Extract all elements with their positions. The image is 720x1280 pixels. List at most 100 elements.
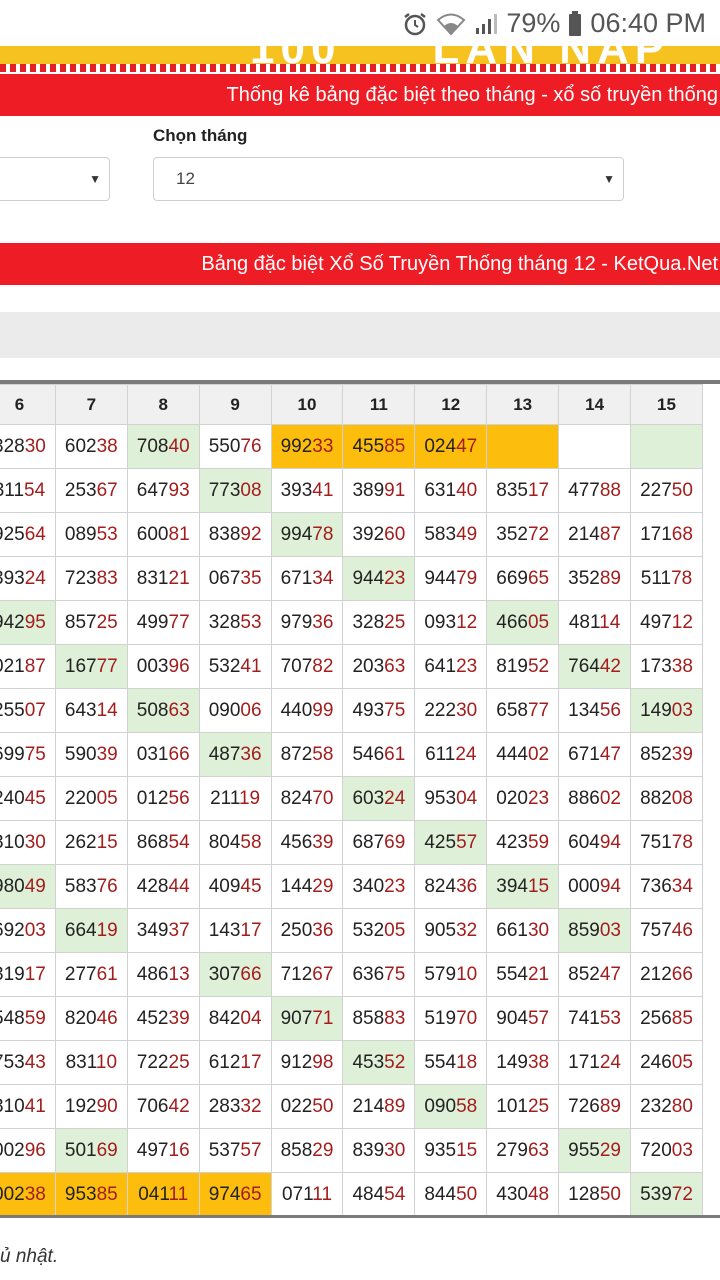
result-cell: 12850 xyxy=(558,1172,632,1215)
result-cell: 04111 xyxy=(126,1172,200,1215)
results-table-container[interactable]: 6789101112131415 32830602387084055076992… xyxy=(0,380,720,1218)
stats-title-bar: Thống kê bảng đặc biệt theo tháng - xổ s… xyxy=(0,74,720,116)
result-cell: 70840 xyxy=(126,424,200,469)
result-cell: 54859 xyxy=(0,996,56,1041)
result-cell: 83930 xyxy=(342,1128,416,1173)
stats-title: Thống kê bảng đặc biệt theo tháng - xổ s… xyxy=(226,83,718,106)
result-cell: 66130 xyxy=(486,908,560,953)
clock-time: 06:40 PM xyxy=(590,8,706,38)
month-select-value: 12 xyxy=(176,169,195,188)
result-cell: 50169 xyxy=(54,1128,128,1173)
result-cell: 25685 xyxy=(630,996,703,1041)
year-select[interactable]: ▼ xyxy=(0,157,110,201)
result-cell: 65877 xyxy=(486,688,560,733)
result-cell: 95385 xyxy=(54,1172,128,1215)
result-cell: 00238 xyxy=(0,1172,56,1215)
result-cell: 86854 xyxy=(126,820,200,865)
result-cell: 02250 xyxy=(270,1084,344,1129)
result-cell: 42844 xyxy=(126,864,200,909)
result-cell: 63675 xyxy=(342,952,416,997)
result-cell: 09006 xyxy=(198,688,272,733)
battery-percent: 79% xyxy=(506,8,561,38)
result-cell: 97936 xyxy=(270,600,344,645)
result-cell: 51970 xyxy=(414,996,488,1041)
result-cell: 23280 xyxy=(630,1084,703,1129)
result-cell: 85883 xyxy=(342,996,416,1041)
column-header-day: 11 xyxy=(342,384,416,425)
dropdown-arrow-icon: ▼ xyxy=(89,172,101,186)
result-cell: 21489 xyxy=(342,1084,416,1129)
result-cell: 55076 xyxy=(198,424,272,469)
table-row: 3191727761486133076671267636755791055421… xyxy=(0,952,703,997)
result-cell: 35272 xyxy=(486,512,560,557)
column-header-day: 8 xyxy=(126,384,200,425)
column-header-day: 6 xyxy=(0,384,56,425)
table-row: 3104119290706422833202250214890905810125… xyxy=(0,1084,703,1129)
result-cell: 98049 xyxy=(0,864,56,909)
result-cell xyxy=(558,424,632,469)
result-cell: 06735 xyxy=(198,556,272,601)
result-cell: 84204 xyxy=(198,996,272,1041)
result-cell: 69203 xyxy=(0,908,56,953)
result-cell: 88208 xyxy=(630,776,703,821)
result-cell: 31030 xyxy=(0,820,56,865)
result-cell: 45585 xyxy=(342,424,416,469)
footer-note: ủ nhật. xyxy=(0,1246,59,1267)
result-cell: 02187 xyxy=(0,644,56,689)
result-cell: 25036 xyxy=(270,908,344,953)
month-select[interactable]: 12 ▼ xyxy=(153,157,624,201)
result-cell: 72225 xyxy=(126,1040,200,1085)
result-cell: 55421 xyxy=(486,952,560,997)
table-row: 9804958376428444094514429340238243639415… xyxy=(0,864,703,909)
result-cell: 22750 xyxy=(630,468,703,513)
result-cell: 75343 xyxy=(0,1040,56,1085)
result-cell: 44402 xyxy=(486,732,560,777)
result-cell: 95529 xyxy=(558,1128,632,1173)
result-cell: 08953 xyxy=(54,512,128,557)
result-cell: 16777 xyxy=(54,644,128,689)
result-cell: 82436 xyxy=(414,864,488,909)
result-cell: 75178 xyxy=(630,820,703,865)
result-cell: 85247 xyxy=(558,952,632,997)
result-cell: 58349 xyxy=(414,512,488,557)
result-cell: 92564 xyxy=(0,512,56,557)
result-cell: 77308 xyxy=(198,468,272,513)
result-cell: 45352 xyxy=(342,1040,416,1085)
result-cell: 30766 xyxy=(198,952,272,997)
result-cell: 55418 xyxy=(414,1040,488,1085)
result-cell: 19290 xyxy=(54,1084,128,1129)
table-row: 0218716777003965324170782203636412381952… xyxy=(0,644,703,689)
result-cell: 27963 xyxy=(486,1128,560,1173)
result-cell: 34937 xyxy=(126,908,200,953)
result-cell: 85829 xyxy=(270,1128,344,1173)
result-cell: 39260 xyxy=(342,512,416,557)
result-cell: 17124 xyxy=(558,1040,632,1085)
result-cell: 53972 xyxy=(630,1172,703,1215)
result-cell: 50863 xyxy=(126,688,200,733)
table-row: 9429585725499773285397936328250931246605… xyxy=(0,600,703,645)
result-cell: 53205 xyxy=(342,908,416,953)
result-cell: 88602 xyxy=(558,776,632,821)
result-cell: 14938 xyxy=(486,1040,560,1085)
result-cell: 61124 xyxy=(414,732,488,777)
table-row: 0029650169497165375785829839309351527963… xyxy=(0,1128,703,1173)
result-cell: 48736 xyxy=(198,732,272,777)
result-cell: 60238 xyxy=(54,424,128,469)
result-cell: 99233 xyxy=(270,424,344,469)
promo-banner[interactable]: 100 LAN NAP DA xyxy=(0,46,720,66)
result-cell: 02447 xyxy=(414,424,488,469)
result-cell: 01256 xyxy=(126,776,200,821)
result-cell: 87258 xyxy=(270,732,344,777)
table-toolbar xyxy=(0,312,720,358)
result-cell: 91298 xyxy=(270,1040,344,1085)
table-row: 2550764314508630900644099493752223065877… xyxy=(0,688,703,733)
table-row: 2404522005012562111982470603249530402023… xyxy=(0,776,703,821)
table-row: 7534383110722256121791298453525541814938… xyxy=(0,1040,703,1085)
result-cell: 02023 xyxy=(486,776,560,821)
result-cell: 93515 xyxy=(414,1128,488,1173)
result-cell: 28332 xyxy=(198,1084,272,1129)
result-cell: 75746 xyxy=(630,908,703,953)
result-cell: 72003 xyxy=(630,1128,703,1173)
result-cell: 25507 xyxy=(0,688,56,733)
result-cell: 00396 xyxy=(126,644,200,689)
